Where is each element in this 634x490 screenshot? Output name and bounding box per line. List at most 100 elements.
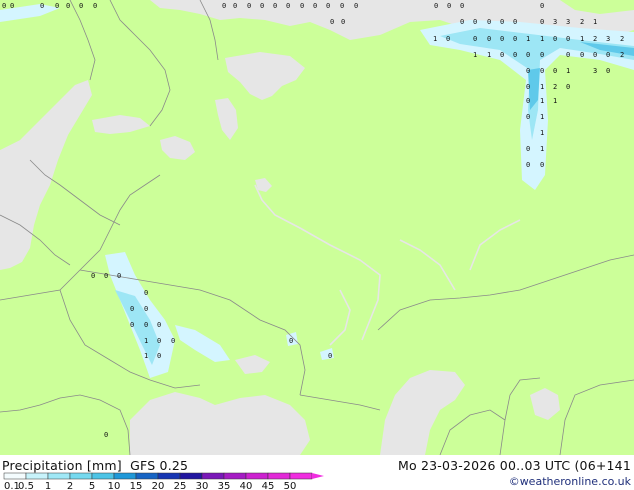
value-label: 1	[144, 352, 148, 360]
value-label: 2	[553, 83, 557, 91]
value-label: 0	[526, 83, 530, 91]
scale-swatch	[201, 472, 225, 480]
value-label: 0	[500, 35, 504, 43]
scale-swatch	[157, 472, 181, 480]
value-label: 0	[40, 2, 44, 10]
value-label: 0	[526, 51, 530, 59]
value-label: 0	[540, 67, 544, 75]
scale-tick-label: 0.5	[18, 481, 34, 490]
scale-swatch	[25, 472, 49, 480]
value-label: 0	[117, 272, 121, 280]
variable-label: Precipitation [mm]	[2, 458, 122, 473]
value-label: 0	[55, 2, 59, 10]
scale-tick-label: 1	[45, 481, 51, 490]
value-label: 1	[540, 35, 544, 43]
value-label: 2	[620, 35, 624, 43]
value-label: 0	[328, 352, 332, 360]
scale-swatch	[179, 472, 203, 480]
value-label: 0	[473, 18, 477, 26]
value-label: 1	[144, 337, 148, 345]
value-label: 0	[157, 321, 161, 329]
value-label: 0	[91, 272, 95, 280]
precip-color-scale: 0.10.5 1 2 5 10 15 20 25 30 35 40 45 50	[3, 472, 324, 490]
value-label: 1	[540, 83, 544, 91]
value-label: 0	[354, 2, 358, 10]
value-label: 0	[540, 51, 544, 59]
value-label: 0	[566, 83, 570, 91]
value-label: 0	[593, 51, 597, 59]
scale-tick-label: 30	[196, 481, 209, 490]
value-label: 0	[130, 321, 134, 329]
scale-swatch	[245, 472, 269, 480]
value-label: 1	[540, 145, 544, 153]
value-label: 1	[487, 51, 491, 59]
value-label: 0	[553, 67, 557, 75]
value-label: 0	[144, 289, 148, 297]
value-label: 0	[513, 51, 517, 59]
scale-tick-label: 45	[262, 481, 275, 490]
valid-time: Mo 23-03-2026 00..03 UTC (06+141	[397, 458, 631, 473]
scale-swatch	[267, 472, 291, 480]
value-label: 3	[553, 18, 557, 26]
value-label: 2	[620, 51, 624, 59]
map-footer: Precipitation [mm] GFS 0.25 Mo 23-03-202…	[0, 455, 634, 490]
value-label: 0	[93, 2, 97, 10]
value-label: 0	[273, 2, 277, 10]
value-label: 0	[540, 18, 544, 26]
value-label: 0	[340, 2, 344, 10]
value-label: 0	[289, 337, 293, 345]
scale-tick-label: 5	[89, 481, 95, 490]
value-label: 0	[104, 272, 108, 280]
value-label: 0	[500, 18, 504, 26]
map-canvas: 0 0 0 0 0 0 0 0 0 0 0 0 0 0 0 0 0 0 0 0 …	[0, 0, 634, 455]
scale-bars	[3, 472, 324, 480]
map-title: Precipitation [mm] GFS 0.25	[2, 458, 188, 473]
value-label: 0	[341, 18, 345, 26]
value-label: 0	[540, 161, 544, 169]
value-label: 1	[433, 35, 437, 43]
value-label: 0	[526, 113, 530, 121]
scale-swatch	[113, 472, 137, 480]
value-label: 0	[330, 18, 334, 26]
value-label: 0	[222, 2, 226, 10]
value-label: 0	[157, 337, 161, 345]
scale-tick-label: 35	[218, 481, 231, 490]
value-label: 3	[593, 67, 597, 75]
value-label: 1	[473, 51, 477, 59]
value-label: 0	[79, 2, 83, 10]
scale-tick-label: 25	[174, 481, 187, 490]
value-label: 0	[526, 145, 530, 153]
scale-tick-label: 20	[152, 481, 165, 490]
value-label: 1	[580, 35, 584, 43]
value-label: 0	[473, 35, 477, 43]
value-label: 0	[157, 352, 161, 360]
value-label: 1	[566, 67, 570, 75]
value-label: 0	[233, 2, 237, 10]
value-label: 0	[130, 305, 134, 313]
scale-tick-label: 2	[67, 481, 73, 490]
scale-swatch	[91, 472, 115, 480]
scale-swatch	[47, 472, 71, 480]
value-label: 0	[286, 2, 290, 10]
value-label: 3	[606, 35, 610, 43]
model-label: GFS 0.25	[130, 458, 189, 473]
value-label: 1	[593, 18, 597, 26]
value-label: 0	[580, 51, 584, 59]
value-label: 0	[553, 35, 557, 43]
value-label: 0	[513, 18, 517, 26]
scale-tick-label: 40	[240, 481, 253, 490]
value-label: 1	[540, 129, 544, 137]
value-label: 0	[104, 431, 108, 439]
scale-swatch	[289, 472, 313, 480]
value-label: 0	[144, 305, 148, 313]
value-label: 0	[566, 35, 570, 43]
value-label: 0	[247, 2, 251, 10]
value-label: 0	[526, 97, 530, 105]
value-label: 0	[300, 2, 304, 10]
scale-swatch	[223, 472, 247, 480]
credit-link[interactable]: ©weatheronline.co.uk	[509, 475, 631, 488]
scale-tick-label: 50	[284, 481, 297, 490]
value-label: 0	[526, 161, 530, 169]
value-label: 0	[460, 18, 464, 26]
scale-tick-label: 15	[130, 481, 143, 490]
